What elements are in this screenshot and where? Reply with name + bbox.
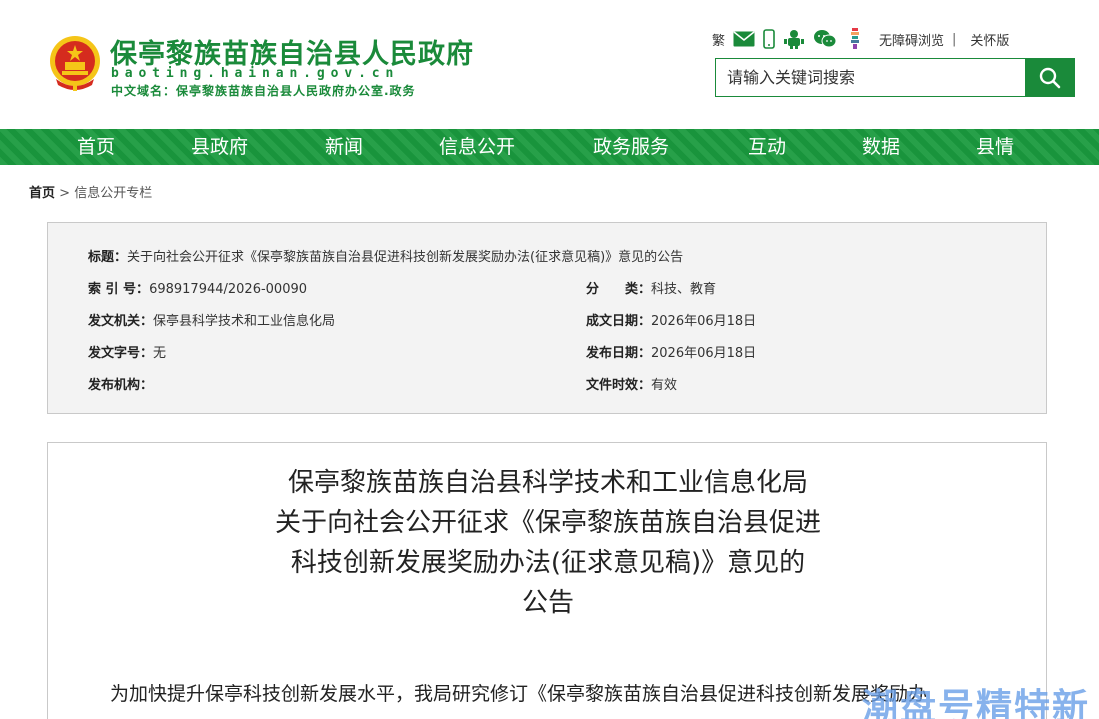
article-body-paragraph: 为加快提升保亭科技创新发展水平，我局研究修订《保亭黎族苗族自治县促进科技创新发展…: [110, 683, 928, 705]
info-index-label: 索 引 号：: [88, 282, 150, 297]
national-emblem-icon[interactable]: [48, 33, 102, 93]
info-published-value: 2026年06月18日: [651, 346, 757, 361]
info-docno-label: 发文字号：: [88, 346, 154, 361]
article-title: 保亭黎族苗族自治县科学技术和工业信息化局 关于向社会公开征求《保亭黎族苗族自治县…: [48, 463, 1048, 623]
info-issuer-value: 保亭县科学技术和工业信息化局: [153, 314, 336, 329]
nav-item-county-info[interactable]: 县情: [976, 129, 1014, 165]
info-title-value: 关于向社会公开征求《保亭黎族苗族自治县促进科技创新发展奖励办法(征求意见稿)》意…: [127, 250, 684, 265]
article-title-line: 保亭黎族苗族自治县科学技术和工业信息化局: [287, 468, 808, 498]
nav-item-info-disclosure[interactable]: 信息公开: [439, 129, 515, 165]
main-nav: 首页 县政府 新闻 信息公开 政务服务 互动 数据 县情: [0, 129, 1099, 165]
info-issuer-row: 发文机关：保亭县科学技术和工业信息化局: [88, 310, 335, 329]
search-button[interactable]: [1025, 59, 1074, 96]
nav-item-data[interactable]: 数据: [862, 129, 900, 165]
header-tools: 繁 无障碍浏览 | 关怀版: [712, 28, 1009, 50]
nav-item-government[interactable]: 县政府: [191, 129, 248, 165]
weibo-icon[interactable]: [845, 27, 865, 51]
nav-item-home[interactable]: 首页: [77, 129, 115, 165]
nav-item-interaction[interactable]: 互动: [748, 129, 786, 165]
site-domain: baoting.hainan.gov.cn: [111, 66, 400, 81]
breadcrumb-current[interactable]: 信息公开专栏: [74, 186, 152, 201]
info-created-label: 成文日期：: [586, 314, 652, 329]
mail-icon[interactable]: [733, 31, 755, 47]
breadcrumb-separator: >: [59, 186, 71, 201]
info-index-row: 索 引 号：698917944/2026-00090: [88, 278, 307, 297]
info-docno-value: 无: [153, 346, 167, 361]
watermark-logo: 潮盘号精特新: [862, 687, 1091, 719]
info-title-label: 标题：: [88, 250, 128, 265]
info-validity-label: 文件时效：: [586, 378, 652, 393]
nav-item-services[interactable]: 政务服务: [593, 129, 669, 165]
info-category-label: 分 类：: [586, 282, 652, 297]
info-category-value: 科技、教育: [651, 282, 717, 297]
mobile-icon[interactable]: [763, 29, 775, 49]
breadcrumb: 首页 > 信息公开专栏: [29, 182, 152, 201]
site-cn-domain: 中文域名：保亭黎族苗族自治县人民政府办公室.政务: [111, 84, 416, 98]
info-agency-label: 发布机构：: [88, 378, 154, 393]
tools-separator: |: [952, 31, 957, 47]
info-category-row: 分 类：科技、教育: [586, 278, 716, 297]
search-input[interactable]: [716, 59, 1026, 96]
accessibility-link[interactable]: 无障碍浏览: [879, 30, 944, 49]
info-validity-row: 文件时效：有效: [586, 374, 677, 393]
info-agency-row: 发布机构：: [88, 374, 153, 393]
wechat-icon[interactable]: [813, 29, 837, 49]
info-index-value: 698917944/2026-00090: [149, 282, 308, 297]
document-info-box: 标题：关于向社会公开征求《保亭黎族苗族自治县促进科技创新发展奖励办法(征求意见稿…: [47, 222, 1047, 414]
elderly-mode-link[interactable]: 关怀版: [970, 30, 1009, 49]
breadcrumb-home[interactable]: 首页: [29, 186, 55, 201]
info-created-row: 成文日期：2026年06月18日: [586, 310, 756, 329]
article-title-line: 关于向社会公开征求《保亭黎族苗族自治县促进: [274, 508, 821, 538]
article-title-line: 公告: [521, 588, 574, 618]
robot-icon[interactable]: [783, 29, 805, 49]
info-docno-row: 发文字号：无: [88, 342, 166, 361]
search-box: [715, 58, 1075, 97]
info-published-row: 发布日期：2026年06月18日: [586, 342, 756, 361]
info-issuer-label: 发文机关：: [88, 314, 154, 329]
traditional-chinese-link[interactable]: 繁: [712, 30, 725, 49]
article-title-line: 科技创新发展奖励办法(征求意见稿)》意见的: [290, 548, 806, 578]
info-created-value: 2026年06月18日: [651, 314, 757, 329]
info-title-row: 标题：关于向社会公开征求《保亭黎族苗族自治县促进科技创新发展奖励办法(征求意见稿…: [88, 246, 683, 265]
search-icon: [1039, 67, 1060, 88]
info-published-label: 发布日期：: [586, 346, 652, 361]
site-header: 保亭黎族苗族自治县人民政府 baoting.hainan.gov.cn 中文域名…: [0, 0, 1099, 128]
info-validity-value: 有效: [651, 378, 678, 393]
nav-item-news[interactable]: 新闻: [325, 129, 363, 165]
